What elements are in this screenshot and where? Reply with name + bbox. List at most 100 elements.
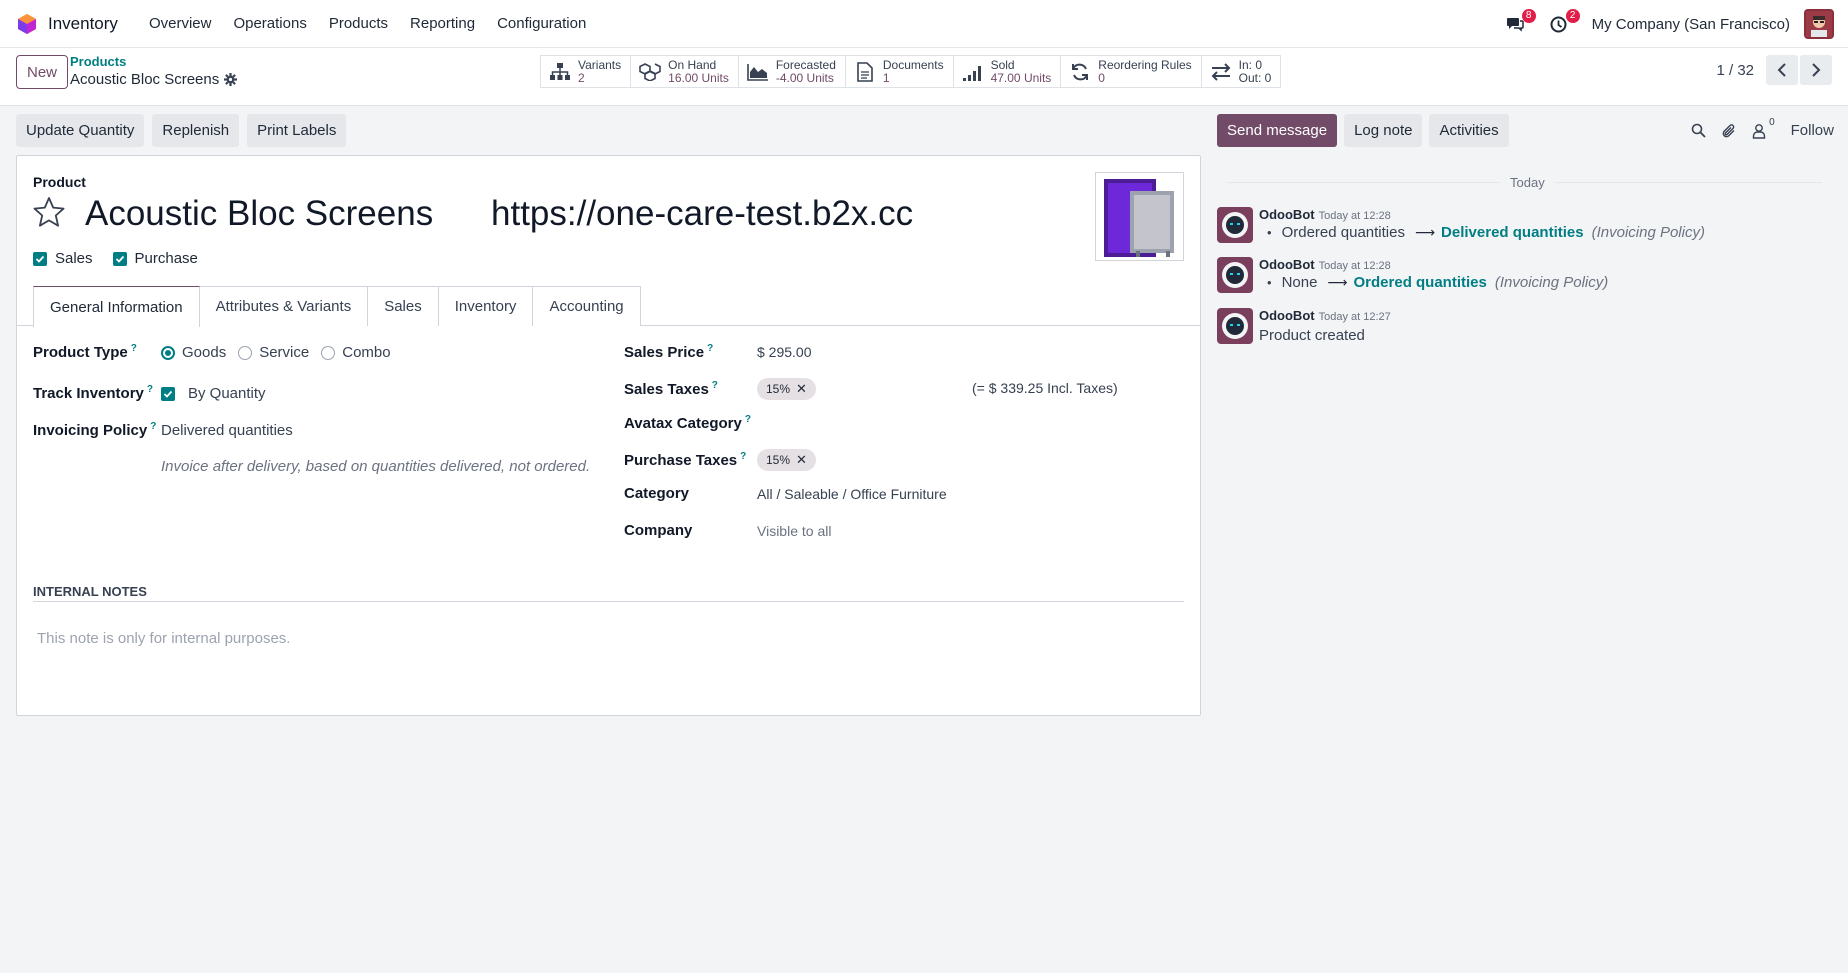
sales-checkbox-label[interactable]: Sales: [55, 250, 93, 267]
internal-notes-divider: [33, 601, 1184, 602]
in-out-button[interactable]: In: 0 Out: 0: [1202, 56, 1281, 87]
tab-general-information[interactable]: General Information: [33, 286, 200, 327]
product-image[interactable]: [1095, 172, 1184, 261]
sales-tax-tag[interactable]: 15% ✕: [757, 378, 816, 400]
attachments-button[interactable]: [1717, 119, 1741, 143]
print-labels-button[interactable]: Print Labels: [247, 114, 347, 147]
odoobot-avatar[interactable]: [1217, 308, 1253, 344]
replenish-button[interactable]: Replenish: [152, 114, 240, 147]
chevron-right-icon: [1812, 63, 1821, 77]
track-inventory-checkbox[interactable]: [161, 386, 175, 401]
control-panel: New Products Acoustic Bloc Screens Varia…: [0, 48, 1848, 106]
sold-value: 47.00 Units: [990, 70, 1052, 85]
followers-count: 0: [1769, 116, 1775, 128]
followers-button[interactable]: 0: [1747, 117, 1775, 143]
on-hand-button[interactable]: On Hand 16.00 Units: [631, 56, 739, 87]
reordering-rules-value: 0: [1098, 70, 1105, 85]
log-note-button[interactable]: Log note: [1344, 114, 1423, 147]
on-hand-label: On Hand: [668, 57, 717, 72]
sitemap-icon: [549, 61, 571, 83]
sales-checkbox[interactable]: [33, 251, 47, 266]
message-author: OdooBot Today at 12:28: [1259, 207, 1391, 222]
sold-button[interactable]: Sold 47.00 Units: [954, 56, 1062, 87]
tab-sales[interactable]: Sales: [367, 286, 439, 326]
tracking-value: • Ordered quantities ⟶ Delivered quantit…: [1259, 224, 1705, 241]
exchange-icon: [1210, 61, 1232, 83]
variants-button[interactable]: Variants 2: [541, 56, 632, 87]
track-inventory-value[interactable]: By Quantity: [188, 385, 266, 402]
internal-notes-field[interactable]: This note is only for internal purposes.: [37, 630, 290, 647]
forecasted-button[interactable]: Forecasted -4.00 Units: [739, 56, 846, 87]
message-time: Today at 12:28: [1318, 260, 1391, 272]
app-name[interactable]: Inventory: [48, 14, 118, 34]
purchase-checkbox-label[interactable]: Purchase: [135, 250, 198, 267]
out-count: Out: 0: [1238, 70, 1272, 85]
update-quantity-button[interactable]: Update Quantity: [16, 114, 145, 147]
menu-configuration[interactable]: Configuration: [486, 15, 597, 32]
menu-products[interactable]: Products: [318, 15, 399, 32]
purchase-checkbox[interactable]: [112, 251, 127, 266]
old-value: None: [1281, 274, 1318, 291]
product-url-field[interactable]: https://one-care-test.b2x.cc: [491, 194, 915, 234]
clock-icon: [1550, 16, 1567, 32]
purchase-tax-tag-label: 15%: [766, 453, 791, 467]
app-logo-icon[interactable]: [14, 11, 40, 37]
top-navbar: Inventory Overview Operations Products R…: [0, 0, 1848, 48]
pager-previous-button[interactable]: [1766, 55, 1798, 85]
remove-tag-icon[interactable]: ✕: [796, 381, 807, 397]
radio-combo-label: Combo: [342, 344, 391, 361]
user-icon: [1752, 123, 1765, 139]
signal-icon: [962, 61, 984, 83]
pager-next-button[interactable]: [1800, 55, 1832, 85]
product-form-sheet: Product Acoustic Bloc Screens https://on…: [16, 155, 1201, 716]
star-icon[interactable]: [33, 196, 65, 228]
company-switcher[interactable]: My Company (San Francisco): [1592, 16, 1790, 33]
purchase-taxes-field[interactable]: 15% ✕: [757, 449, 816, 471]
track-inventory-label: Track Inventory?: [33, 384, 153, 402]
bullet: •: [1267, 225, 1272, 240]
menu-overview[interactable]: Overview: [138, 15, 223, 32]
product-type-label: Product Type?: [33, 343, 137, 361]
radio-service[interactable]: Service: [238, 344, 309, 361]
sales-taxes-field[interactable]: 15% ✕: [757, 378, 816, 400]
company-label: Company: [624, 522, 693, 539]
area-chart-icon: [747, 61, 769, 83]
category-field[interactable]: All / Saleable / Office Furniture: [757, 486, 947, 502]
new-value: Ordered quantities: [1353, 274, 1487, 291]
menu-reporting[interactable]: Reporting: [399, 15, 486, 32]
radio-goods[interactable]: Goods: [161, 344, 226, 361]
sales-taxes-incl: (= $ 339.25 Incl. Taxes): [972, 380, 1118, 396]
tab-attributes-variants[interactable]: Attributes & Variants: [198, 286, 369, 326]
gear-icon[interactable]: [224, 73, 238, 86]
new-button[interactable]: New: [16, 55, 69, 89]
purchase-taxes-label: Purchase Taxes?: [624, 451, 747, 469]
category-label: Category: [624, 485, 690, 502]
message-time: Today at 12:28: [1318, 210, 1391, 222]
tab-accounting[interactable]: Accounting: [532, 286, 641, 326]
remove-tag-icon[interactable]: ✕: [796, 452, 807, 468]
tracking-value: • None ⟶ Ordered quantities (Invoicing P…: [1259, 274, 1608, 291]
messages-button[interactable]: 8: [1500, 9, 1536, 39]
variants-label: Variants: [578, 57, 622, 72]
purchase-tax-tag[interactable]: 15% ✕: [757, 449, 816, 471]
search-messages-button[interactable]: [1687, 119, 1711, 143]
product-name-field[interactable]: Acoustic Bloc Screens: [85, 194, 433, 234]
invoicing-policy-select[interactable]: Delivered quantities: [161, 422, 293, 439]
reordering-rules-button[interactable]: Reordering Rules 0: [1061, 56, 1202, 87]
activities-button[interactable]: 2: [1544, 9, 1580, 39]
sales-price-field[interactable]: $ 295.00: [757, 344, 812, 360]
activities-chatter-button[interactable]: Activities: [1429, 114, 1509, 147]
odoobot-avatar[interactable]: [1217, 207, 1253, 243]
follow-button[interactable]: Follow: [1791, 122, 1834, 139]
pager-value[interactable]: 1 / 32: [1716, 62, 1754, 79]
send-message-button[interactable]: Send message: [1217, 114, 1338, 147]
odoobot-avatar[interactable]: [1217, 257, 1253, 293]
breadcrumb-products[interactable]: Products: [70, 54, 126, 69]
company-field[interactable]: Visible to all: [757, 523, 831, 539]
documents-button[interactable]: Documents 1: [846, 56, 954, 87]
menu-operations[interactable]: Operations: [222, 15, 317, 32]
user-avatar[interactable]: [1804, 9, 1834, 39]
tab-inventory[interactable]: Inventory: [437, 286, 534, 326]
radio-combo[interactable]: Combo: [321, 344, 391, 361]
in-count: In: 0: [1238, 57, 1263, 72]
